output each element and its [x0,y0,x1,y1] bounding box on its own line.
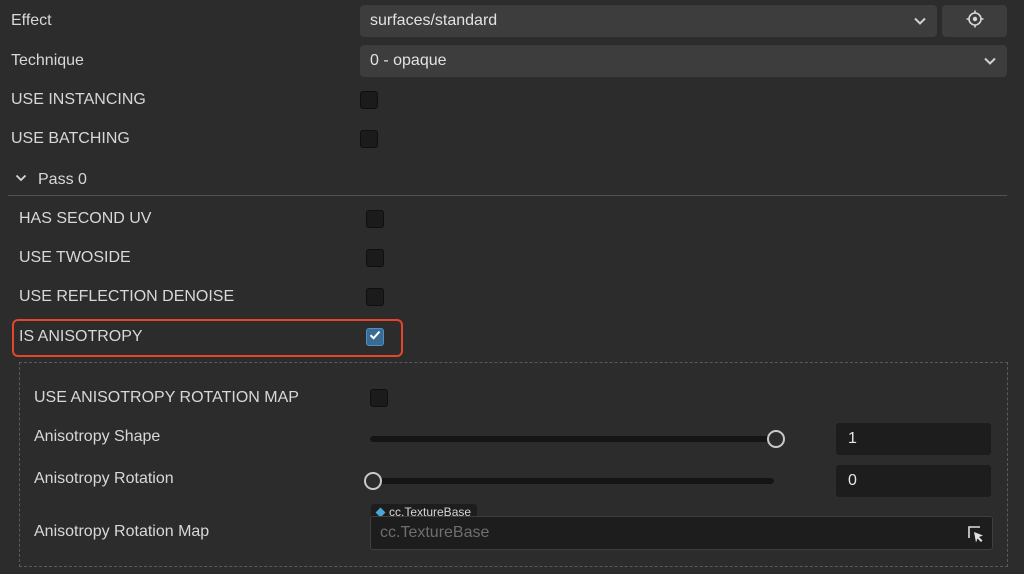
is-anisotropy-label: IS ANISOTROPY [19,328,143,345]
use-reflection-denoise-checkbox[interactable] [366,288,384,306]
use-instancing-label: USE INSTANCING [11,91,146,108]
technique-value: 0 - opaque [370,52,447,69]
technique-label: Technique [11,52,84,69]
anisotropy-rotation-map-label: Anisotropy Rotation Map [34,523,210,540]
has-second-uv-checkbox[interactable] [366,210,384,228]
effect-select[interactable]: surfaces/standard [360,5,937,37]
anisotropy-rotation-value: 0 [848,472,857,489]
anisotropy-rotation-input[interactable]: 0 [836,465,991,497]
technique-select[interactable]: 0 - opaque [360,45,1007,77]
use-reflection-denoise-label: USE REFLECTION DENOISE [19,288,235,305]
has-second-uv-label: HAS SECOND UV [19,210,152,227]
is-anisotropy-checkbox[interactable] [366,328,384,346]
checkmark-icon [369,328,381,346]
crosshair-icon [966,10,984,33]
anisotropy-rotation-slider-track[interactable] [373,478,774,484]
asset-placeholder: cc.TextureBase [380,524,490,541]
effect-label: Effect [11,12,52,29]
pick-cursor-icon[interactable] [966,524,986,549]
rotation-map-asset-field[interactable]: cc.TextureBase [370,516,993,550]
chevron-down-icon [983,54,997,68]
pass-divider [8,195,1007,196]
chevron-down-icon [913,14,927,28]
use-anisotropy-rotation-map-label: USE ANISOTROPY ROTATION MAP [34,389,299,406]
effect-value: surfaces/standard [370,12,498,29]
anisotropy-shape-slider-track[interactable] [370,436,776,442]
use-anisotropy-rotation-map-checkbox[interactable] [370,389,388,407]
pass-0-toggle[interactable]: Pass 0 [14,170,134,190]
anisotropy-shape-input[interactable]: 1 [836,423,991,455]
anisotropy-rotation-slider-thumb[interactable] [364,472,382,490]
use-batching-label: USE BATCHING [11,130,130,147]
use-twoside-checkbox[interactable] [366,249,384,267]
anisotropy-shape-label: Anisotropy Shape [34,428,161,445]
locate-effect-button[interactable] [942,5,1007,37]
use-twoside-label: USE TWOSIDE [19,249,131,266]
anisotropy-rotation-label: Anisotropy Rotation [34,470,174,487]
pass-title: Pass 0 [38,171,87,188]
anisotropy-shape-value: 1 [848,430,857,447]
use-batching-checkbox[interactable] [360,130,378,148]
collapse-chevron-icon [14,171,28,190]
use-instancing-checkbox[interactable] [360,91,378,109]
anisotropy-shape-slider-thumb[interactable] [767,430,785,448]
